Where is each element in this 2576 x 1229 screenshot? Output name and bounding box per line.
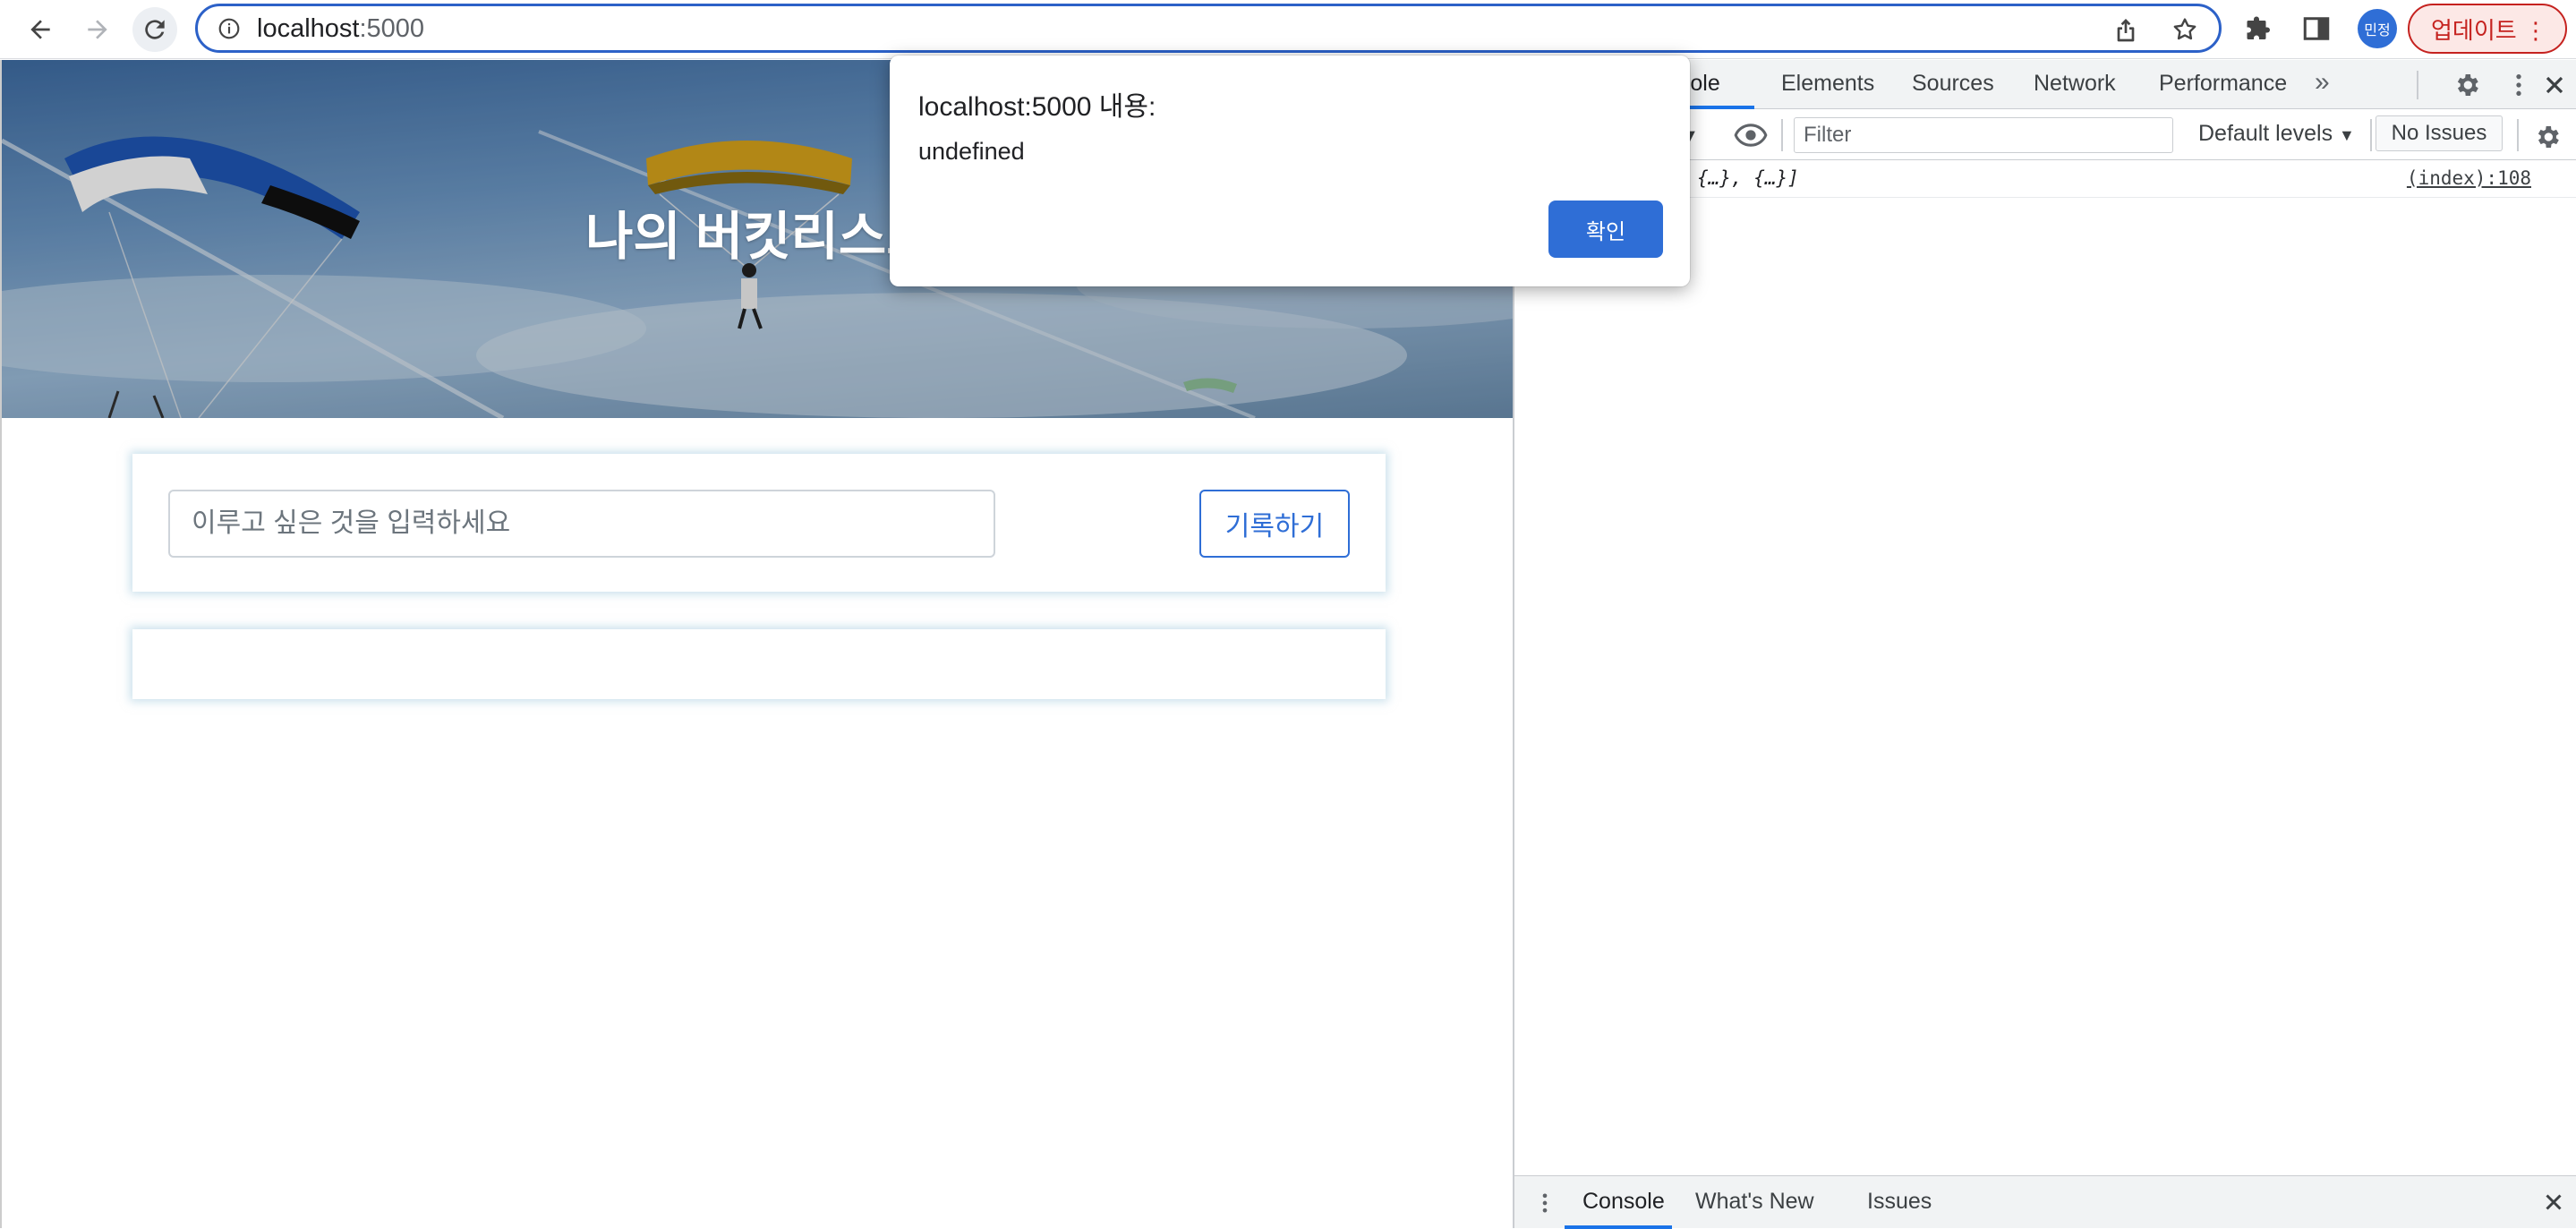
close-icon[interactable] [2540, 1189, 2567, 1216]
update-label: 업데이트 [2431, 16, 2517, 44]
update-button[interactable]: 업데이트 ⋮ [2408, 4, 2567, 54]
log-message[interactable]: {…}, {…}] [1697, 167, 1799, 189]
drawer-tab-issues[interactable]: Issues [1867, 1189, 1932, 1215]
alert-dialog: localhost:5000 내용: undefined 확인 [890, 55, 1690, 286]
url-host: localhost [257, 14, 360, 43]
forward-icon [88, 20, 107, 39]
url-port: :5000 [359, 14, 425, 43]
forward-button[interactable] [75, 7, 120, 52]
goal-input[interactable] [168, 490, 995, 558]
drawer-tab-console[interactable]: Console [1582, 1189, 1665, 1215]
tab-performance[interactable]: Performance [2159, 71, 2287, 97]
extensions-icon[interactable] [2243, 13, 2275, 45]
more-tabs-icon[interactable]: » [2315, 67, 2330, 98]
divider [2517, 119, 2519, 151]
tab-elements[interactable]: Elements [1781, 71, 1874, 97]
divider [1781, 119, 1783, 151]
console-settings-gear-icon[interactable] [2533, 123, 2562, 151]
back-icon [30, 20, 50, 39]
browser-toolbar: localhost:5000 민정 업데이트 ⋮ [0, 0, 2576, 59]
close-icon[interactable] [2540, 71, 2569, 99]
bucket-list-card [132, 629, 1386, 699]
kebab-icon[interactable] [1532, 1189, 1557, 1217]
reload-button[interactable] [132, 7, 177, 52]
divider [2417, 71, 2418, 99]
kebab-icon[interactable] [2504, 71, 2533, 99]
profile-avatar[interactable]: 민정 [2358, 9, 2397, 48]
eye-icon[interactable] [1733, 123, 1769, 148]
chevron-down-icon: ▼ [2339, 126, 2355, 144]
record-button[interactable]: 기록하기 [1199, 490, 1350, 558]
gear-icon[interactable] [2452, 71, 2481, 99]
log-source-link[interactable]: (index):108 [2407, 167, 2531, 189]
share-icon[interactable] [2111, 15, 2140, 44]
dialog-message: undefined [918, 138, 1025, 165]
log-levels-label: Default levels [2198, 121, 2333, 146]
log-levels-dropdown[interactable]: Default levels ▼ [2198, 121, 2355, 147]
drawer-tab-whats-new[interactable]: What's New [1695, 1189, 1814, 1215]
active-drawer-tab-indicator [1565, 1225, 1672, 1229]
more-icon: ⋮ [2524, 17, 2547, 44]
url-text[interactable]: localhost:5000 [257, 14, 424, 44]
devtools-drawer: Console What's New Issues [1514, 1175, 2576, 1229]
side-panel-icon[interactable] [2300, 13, 2333, 45]
info-icon[interactable] [218, 17, 241, 40]
tab-network[interactable]: Network [2034, 71, 2116, 97]
back-button[interactable] [18, 7, 63, 52]
dialog-title: localhost:5000 내용: [918, 92, 1156, 122]
confirm-button[interactable]: 확인 [1548, 201, 1663, 258]
issues-counter-button[interactable]: No Issues [2376, 115, 2503, 151]
goal-input-card: 기록하기 [132, 454, 1386, 592]
divider [2370, 119, 2372, 151]
page-title: 나의 버킷리스트 [585, 208, 934, 266]
reload-icon [145, 20, 165, 39]
star-icon[interactable] [2171, 15, 2199, 44]
console-filter-input[interactable] [1794, 117, 2173, 153]
address-bar[interactable]: localhost:5000 [195, 4, 2222, 53]
tab-sources[interactable]: Sources [1912, 71, 1994, 97]
